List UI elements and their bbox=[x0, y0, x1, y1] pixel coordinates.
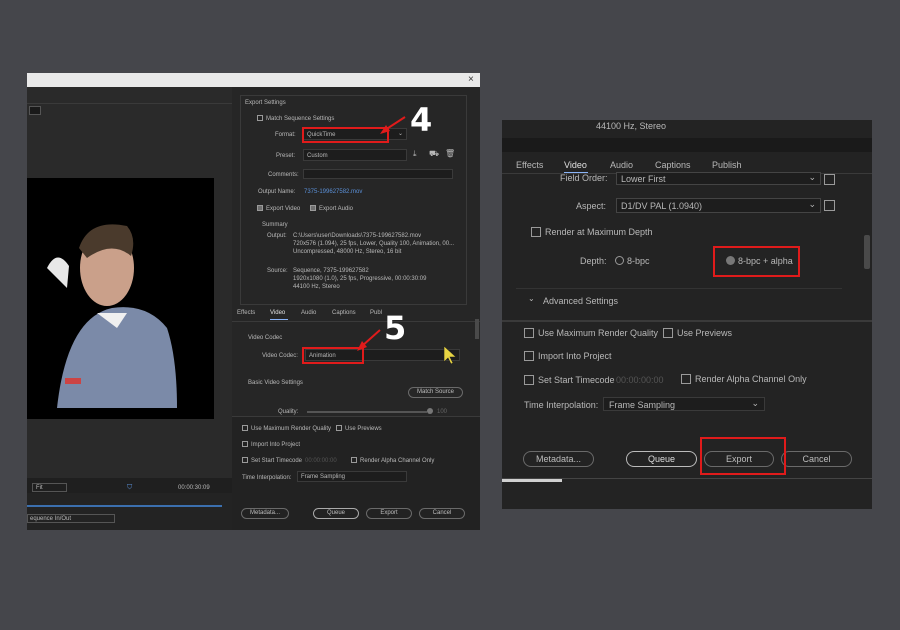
highlight-depth-alpha bbox=[713, 246, 800, 277]
max-render-quality-checkbox[interactable] bbox=[524, 328, 534, 338]
metadata-button[interactable]: Metadata... bbox=[523, 451, 594, 467]
time-interpolation-select[interactable]: Frame Sampling ⌄ bbox=[603, 397, 765, 411]
export-settings-zoomed-right: 44100 Hz, Stereo Effects Video Audio Cap… bbox=[502, 120, 872, 509]
cancel-button[interactable]: Cancel bbox=[781, 451, 852, 467]
chevron-down-icon: ⌄ bbox=[808, 172, 816, 182]
aspect-select[interactable]: D1/DV PAL (1.0940) ⌄ bbox=[616, 198, 821, 213]
step-number-5: 5 bbox=[384, 309, 407, 347]
field-order-select[interactable]: Lower First ⌄ bbox=[616, 172, 821, 185]
use-previews-checkbox[interactable] bbox=[663, 328, 673, 338]
set-start-timecode-checkbox[interactable] bbox=[524, 375, 534, 385]
chevron-down-icon: ⌄ bbox=[808, 199, 816, 209]
render-max-depth-checkbox[interactable] bbox=[531, 227, 541, 237]
scrollbar[interactable] bbox=[864, 235, 870, 269]
tab-effects[interactable]: Effects bbox=[516, 161, 543, 170]
queue-button[interactable]: Queue bbox=[626, 451, 697, 467]
step-number-4: 4 bbox=[410, 101, 433, 139]
tab-publish[interactable]: Publish bbox=[712, 161, 742, 170]
tab-audio[interactable]: Audio bbox=[610, 161, 633, 170]
chevron-down-icon[interactable]: ⌄ bbox=[528, 295, 535, 303]
import-into-project-checkbox[interactable] bbox=[524, 351, 534, 361]
depth-8bpc-radio[interactable] bbox=[615, 256, 624, 265]
tab-captions[interactable]: Captions bbox=[655, 161, 691, 170]
field-order-checkbox[interactable] bbox=[824, 174, 835, 185]
advanced-settings-heading: Advanced Settings bbox=[543, 296, 619, 306]
tab-video[interactable]: Video bbox=[564, 161, 587, 170]
cursor-icon bbox=[443, 345, 457, 365]
aspect-checkbox[interactable] bbox=[824, 200, 835, 211]
chevron-down-icon: ⌄ bbox=[751, 398, 759, 408]
render-alpha-only-checkbox[interactable] bbox=[681, 374, 691, 384]
highlight-export-button bbox=[700, 437, 786, 475]
